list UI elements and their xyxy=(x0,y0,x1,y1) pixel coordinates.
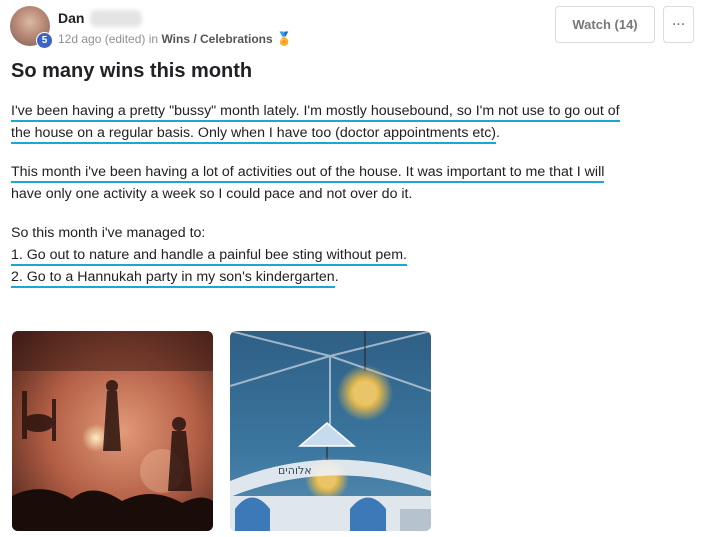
level-badge: 5 xyxy=(36,32,53,49)
highlight[interactable]: This month i've been having a lot of act… xyxy=(11,164,605,183)
highlight[interactable]: 2. Go to a Hannukah party in my son's ki… xyxy=(11,269,335,288)
highlight[interactable]: the house on a regular basis. Only when … xyxy=(11,125,497,144)
author-name[interactable]: Dan xyxy=(58,10,84,26)
post-time: 12d ago (edited) xyxy=(58,32,146,46)
medal-icon: 🏅 xyxy=(276,31,293,46)
highlight[interactable]: I've been having a pretty "bussy" month … xyxy=(11,103,620,122)
post-body: I've been having a pretty "bussy" month … xyxy=(11,100,691,288)
post-in: in xyxy=(148,32,159,46)
post-category[interactable]: Wins / Celebrations xyxy=(161,32,272,46)
hebrew-sign: אלוהים xyxy=(278,464,312,477)
photo-concert[interactable] xyxy=(12,331,213,531)
highlight[interactable]: 1. Go out to nature and handle a painful… xyxy=(11,247,407,266)
list-intro: So this month i've managed to: xyxy=(11,225,206,241)
paragraph-1: I've been having a pretty "bussy" month … xyxy=(11,100,691,144)
list-item: 2. Go to a Hannukah party in my son's ki… xyxy=(11,266,691,288)
more-icon[interactable]: ··· xyxy=(663,6,694,43)
photo-synagogue[interactable]: אלוהים xyxy=(230,331,431,531)
list-item: 1. Go out to nature and handle a painful… xyxy=(11,244,691,266)
author-name-blur xyxy=(90,10,142,27)
p2-line2: have only one activity a week so I could… xyxy=(11,186,413,202)
post-meta: 12d ago (edited) in Wins / Celebrations … xyxy=(58,31,292,47)
list-item2-end: . xyxy=(334,269,339,285)
p1-end: . xyxy=(496,125,500,141)
post-title: So many wins this month xyxy=(11,60,253,82)
watch-button[interactable]: Watch (14) xyxy=(555,6,655,43)
paragraph-2: This month i've been having a lot of act… xyxy=(11,161,691,205)
